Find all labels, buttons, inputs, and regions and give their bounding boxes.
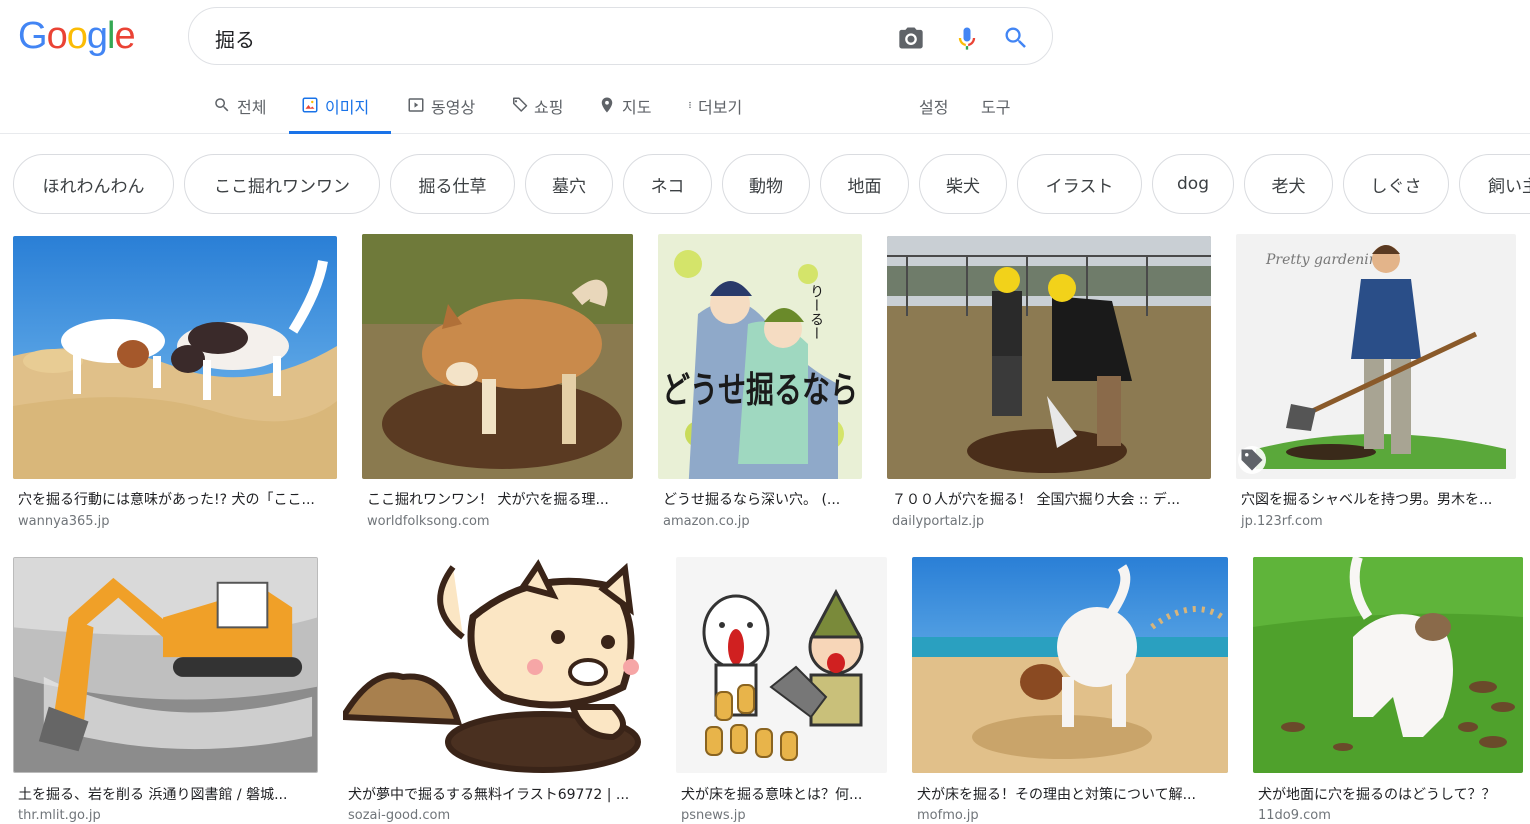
camera-icon[interactable] bbox=[897, 24, 925, 52]
image-result[interactable]: ここ掘れワンワン！ 犬が穴を掘る理... worldfolksong.com bbox=[362, 234, 634, 532]
chip-related-search[interactable]: 老犬 bbox=[1244, 154, 1333, 214]
result-title[interactable]: どうせ掘るなら深い穴。 (... bbox=[663, 489, 859, 509]
image-result[interactable]: 穴を掘る行動には意味があった!? 犬の「ここ... wannya365.jp bbox=[13, 236, 338, 532]
more-vert-icon bbox=[689, 101, 691, 109]
result-thumbnail[interactable] bbox=[1253, 557, 1523, 773]
chip-related-search[interactable]: ここ掘れワンワン bbox=[184, 154, 380, 214]
result-thumbnail[interactable] bbox=[887, 236, 1211, 479]
search-tabs: 전체 이미지 동영상 쇼핑 지도 더보기 설정 도구 bbox=[0, 80, 1530, 134]
chip-related-search[interactable]: dog bbox=[1152, 154, 1234, 214]
tab-shopping[interactable]: 쇼핑 bbox=[510, 92, 563, 134]
image-result[interactable]: 犬が床を掘る意味とは？何... psnews.jp bbox=[676, 557, 887, 824]
tab-images[interactable]: 이미지 bbox=[289, 92, 391, 134]
result-title[interactable]: 穴図を掘るシャベルを持つ男。男木を... bbox=[1241, 489, 1517, 509]
result-thumbnail[interactable] bbox=[13, 236, 337, 479]
tab-videos[interactable]: 동영상 bbox=[407, 92, 475, 134]
image-result[interactable]: どうせ掘るなら りーるー どうせ掘るなら深い穴。 (... amazon.co.… bbox=[658, 234, 862, 532]
result-source: jp.123rf.com bbox=[1241, 514, 1323, 529]
search-box[interactable]: 掘る bbox=[188, 7, 1053, 65]
chip-related-search[interactable]: しぐさ bbox=[1343, 154, 1449, 214]
tab-all[interactable]: 전체 bbox=[213, 92, 266, 134]
result-thumbnail[interactable] bbox=[912, 557, 1228, 773]
microphone-icon[interactable] bbox=[953, 24, 981, 52]
chip-related-search[interactable]: 掘る仕草 bbox=[390, 154, 515, 214]
tag-icon bbox=[513, 97, 528, 112]
result-source: mofmo.jp bbox=[917, 808, 979, 823]
result-title[interactable]: 犬が夢中で掘るする無料イラスト69772 | ... bbox=[348, 784, 648, 804]
result-title[interactable]: 土を掘る、岩を削る 浜通り図書館 / 磐城... bbox=[18, 784, 316, 804]
search-input[interactable]: 掘る bbox=[215, 24, 255, 53]
search-icon bbox=[215, 98, 229, 112]
image-result[interactable]: 犬が床を掘る！その理由と対策について解... mofmo.jp bbox=[912, 557, 1228, 824]
result-source: 11do9.com bbox=[1258, 808, 1331, 823]
image-result[interactable]: 土を掘る、岩を削る 浜通り図書館 / 磐城... thr.mlit.go.jp bbox=[13, 557, 319, 824]
result-title[interactable]: 犬が地面に穴を掘るのはどうして？？ bbox=[1258, 784, 1528, 804]
result-source: dailyportalz.jp bbox=[892, 514, 985, 529]
image-result[interactable]: 犬が夢中で掘るする無料イラスト69772 | ... sozai-good.co… bbox=[343, 557, 651, 824]
chip-related-search[interactable]: 飼い主 bbox=[1459, 154, 1530, 214]
result-title[interactable]: ７００人が穴を掘る！ 全国穴掘り大会 :: デ... bbox=[892, 489, 1204, 509]
chip-related-search[interactable]: 墓穴 bbox=[525, 154, 613, 214]
tab-more[interactable]: 더보기 bbox=[686, 92, 742, 134]
result-source: worldfolksong.com bbox=[367, 514, 490, 529]
search-icon[interactable] bbox=[1002, 24, 1030, 52]
result-thumbnail[interactable] bbox=[676, 557, 887, 773]
google-logo[interactable]: Google bbox=[18, 14, 136, 58]
video-icon bbox=[408, 98, 424, 112]
result-title[interactable]: ここ掘れワンワン！ 犬が穴を掘る理... bbox=[367, 489, 631, 509]
tools-button[interactable]: 도구 bbox=[981, 92, 1010, 134]
result-thumbnail[interactable] bbox=[13, 557, 318, 773]
result-title[interactable]: 犬が床を掘る意味とは？何... bbox=[681, 784, 883, 804]
result-source: amazon.co.jp bbox=[663, 514, 750, 529]
chip-related-search[interactable]: 柴犬 bbox=[919, 154, 1007, 214]
tag-icon bbox=[1238, 446, 1266, 474]
map-pin-icon bbox=[601, 97, 613, 113]
chip-related-search[interactable]: 動物 bbox=[722, 154, 810, 214]
result-title[interactable]: 犬が床を掘る！その理由と対策について解... bbox=[917, 784, 1222, 804]
image-icon bbox=[302, 97, 318, 113]
result-thumbnail[interactable]: どうせ掘るなら りーるー bbox=[658, 234, 862, 479]
svg-text:どうせ掘るなら: どうせ掘るなら bbox=[662, 370, 858, 411]
chip-related-search[interactable]: ほれわんわん bbox=[13, 154, 174, 214]
tab-maps[interactable]: 지도 bbox=[598, 92, 651, 134]
result-source: psnews.jp bbox=[681, 808, 746, 823]
chip-related-search[interactable]: ネコ bbox=[623, 154, 712, 214]
result-source: wannya365.jp bbox=[18, 514, 110, 529]
result-source: sozai-good.com bbox=[348, 808, 451, 823]
result-thumbnail[interactable]: Pretty gardening bbox=[1236, 234, 1516, 479]
image-result[interactable]: ７００人が穴を掘る！ 全国穴掘り大会 :: デ... dailyportalz.… bbox=[887, 236, 1211, 532]
svg-text:りーるー: りーるー bbox=[808, 284, 824, 340]
settings-button[interactable]: 설정 bbox=[919, 92, 948, 134]
chip-related-search[interactable]: 地面 bbox=[820, 154, 909, 214]
result-source: thr.mlit.go.jp bbox=[18, 808, 101, 823]
image-result[interactable]: 犬が地面に穴を掘るのはどうして？？ 11do9.com bbox=[1253, 557, 1530, 824]
result-thumbnail[interactable] bbox=[343, 557, 651, 773]
result-title[interactable]: 穴を掘る行動には意味があった!? 犬の「ここ... bbox=[18, 489, 333, 509]
result-thumbnail[interactable] bbox=[362, 234, 633, 479]
svg-text:Pretty gardening: Pretty gardening bbox=[1265, 252, 1387, 268]
chip-related-search[interactable]: イラスト bbox=[1017, 154, 1142, 214]
image-result[interactable]: Pretty gardening 穴図を掘るシャベルを持つ男。男木を... jp… bbox=[1236, 234, 1516, 532]
